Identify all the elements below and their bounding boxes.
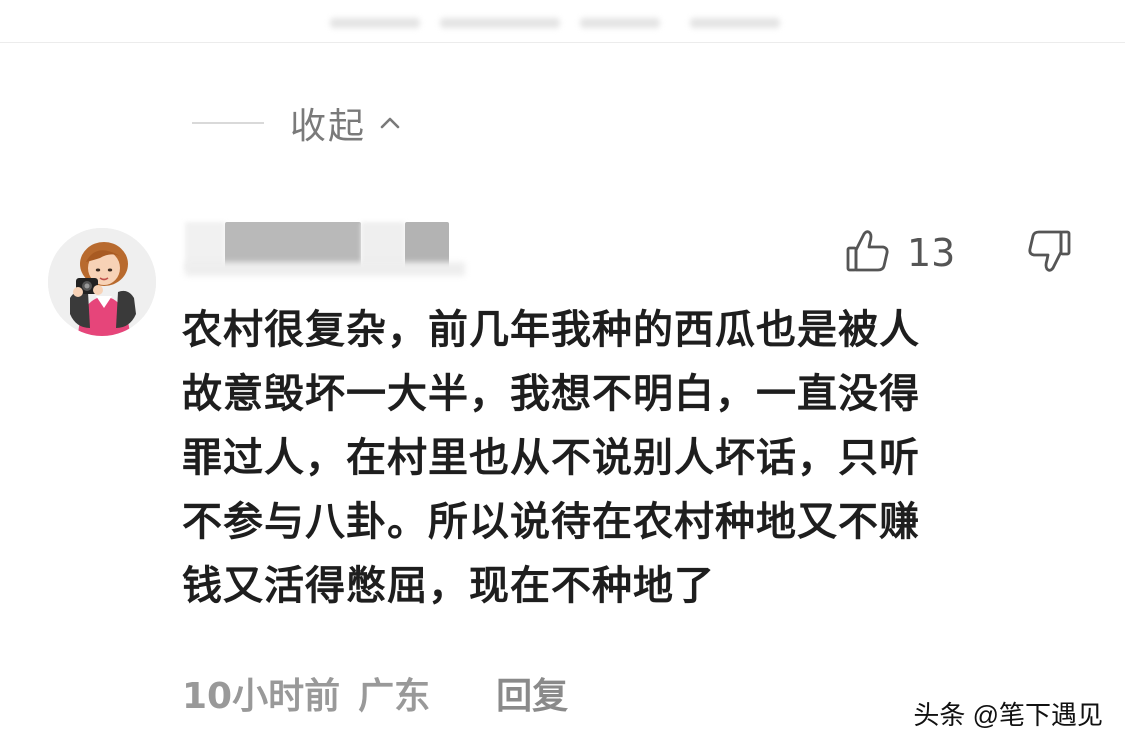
comment-location: 广东 (358, 676, 431, 717)
avatar[interactable] (48, 228, 156, 336)
like-button[interactable]: 13 (845, 228, 955, 278)
comment-body: 农村很复杂，前几年我种的西瓜也是被人 故意毁坏一大半，我想不明白，一直没得 罪过… (182, 307, 920, 609)
collapse-label: 收起 (290, 106, 367, 147)
like-count: 13 (907, 231, 956, 275)
reply-button[interactable]: 回复 (496, 667, 568, 719)
thumbs-up-icon (845, 228, 891, 278)
collapse-replies-button[interactable]: 收起 (192, 98, 402, 148)
previous-comment-fragment (0, 0, 1125, 43)
divider-line (192, 122, 264, 124)
dislike-button[interactable] (1026, 228, 1072, 278)
username-redacted[interactable] (185, 222, 475, 278)
comment-time: 10小时前 (182, 676, 341, 717)
watermark: 头条 @笔下遇见 (913, 700, 1103, 730)
chevron-up-icon (378, 111, 402, 135)
user-avatar-illustration (48, 228, 156, 336)
comment-meta: 10小时前 广东 回复 (182, 668, 568, 718)
thumbs-down-icon (1026, 230, 1072, 280)
